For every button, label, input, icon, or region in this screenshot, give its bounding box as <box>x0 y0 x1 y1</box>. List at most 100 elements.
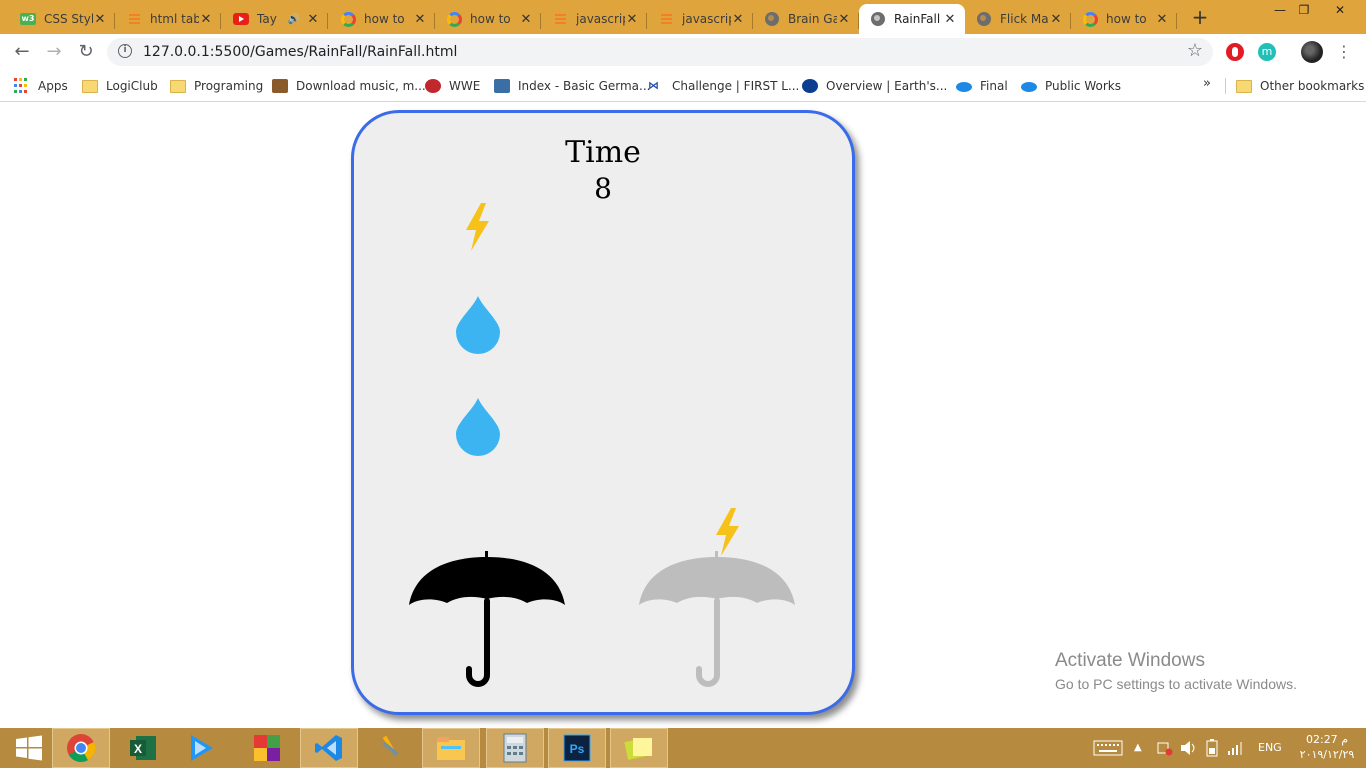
close-icon[interactable]: ✕ <box>1049 12 1063 27</box>
photoshop-icon[interactable]: Ps <box>548 728 606 768</box>
back-button[interactable]: ← <box>10 40 34 64</box>
menu-icon[interactable]: ⋮ <box>1336 42 1352 62</box>
raindrop-icon <box>456 398 500 456</box>
close-icon[interactable]: ✕ <box>413 12 427 27</box>
vscode-icon[interactable] <box>300 728 358 768</box>
close-icon[interactable]: ✕ <box>625 12 639 27</box>
profile-avatar[interactable] <box>1301 41 1323 63</box>
tab-javascript-1[interactable]: javascrip ✕ <box>541 4 647 34</box>
taskbar-clock[interactable]: 02:27 م ٢٠١٩/١٢/٢٩ <box>1296 732 1358 762</box>
bookmarks-overflow-button[interactable]: » <box>1203 76 1211 91</box>
umbrella-right-player[interactable] <box>637 549 797 689</box>
volume-icon[interactable] <box>1180 728 1198 768</box>
info-icon[interactable]: i <box>118 44 132 58</box>
bookmark-logiclub[interactable]: LogiClub <box>82 76 158 96</box>
stackoverflow-icon <box>552 11 568 27</box>
language-indicator[interactable]: ENG <box>1258 728 1282 768</box>
keyboard-icon[interactable] <box>1093 728 1123 768</box>
site-icon <box>272 79 288 93</box>
signal-icon[interactable] <box>1227 728 1245 768</box>
tab-brain-game[interactable]: Brain Ga ✕ <box>753 4 859 34</box>
tab-title: Tay <box>257 12 277 26</box>
tab-flick-master[interactable]: Flick Ma ✕ <box>965 4 1071 34</box>
tab-html-table[interactable]: html tab ✕ <box>115 4 221 34</box>
forward-button[interactable]: → <box>42 40 66 64</box>
new-tab-button[interactable]: + <box>1189 6 1211 28</box>
tab-title: RainFall <box>894 12 941 26</box>
tab-title: how to <box>1106 12 1147 26</box>
stackoverflow-icon <box>126 11 142 27</box>
browser-toolbar: ← → ↻ i 127.0.0.1:5500/Games/RainFall/Ra… <box>0 34 1366 70</box>
bookmark-label: Challenge | FIRST L... <box>672 79 800 93</box>
network-icon[interactable] <box>1156 728 1174 768</box>
bookmark-download-music[interactable]: Download music, m... <box>272 76 426 96</box>
site-icon <box>494 79 510 93</box>
bookmark-challenge-first[interactable]: ⋈ Challenge | FIRST L... <box>648 76 799 96</box>
file-explorer-icon[interactable] <box>422 728 480 768</box>
windows-taskbar: X Ps ▲ ENG 02:27 م ٢٠١٩/١٢/٢٩ <box>0 728 1366 768</box>
bookmark-public-works[interactable]: Public Works <box>1021 76 1121 96</box>
close-window-button[interactable]: ✕ <box>1322 0 1358 22</box>
url-text[interactable]: 127.0.0.1:5500/Games/RainFall/RainFall.h… <box>143 38 457 66</box>
bookmark-wwe[interactable]: WWE <box>425 76 480 96</box>
rainfall-game-board[interactable]: Time 8 <box>351 110 855 715</box>
bookmark-star-icon[interactable]: ☆ <box>1187 40 1203 61</box>
restore-button[interactable]: ❐ <box>1286 0 1322 22</box>
bookmark-label: Apps <box>38 79 68 93</box>
close-icon[interactable]: ✕ <box>1155 12 1169 27</box>
close-icon[interactable]: ✕ <box>943 12 957 27</box>
tools-icon[interactable] <box>362 728 420 768</box>
media-player-icon[interactable] <box>172 728 230 768</box>
office-icon[interactable] <box>238 728 296 768</box>
svg-text:X: X <box>134 742 142 756</box>
nasa-icon <box>802 79 818 93</box>
close-icon[interactable]: ✕ <box>837 12 851 27</box>
watermark-subtitle: Go to PC settings to activate Windows. <box>1055 676 1297 692</box>
tab-title: Flick Ma <box>1000 12 1049 26</box>
folder-icon <box>1236 79 1252 93</box>
excel-icon[interactable]: X <box>114 728 172 768</box>
bookmark-earth-overview[interactable]: Overview | Earth's... <box>802 76 947 96</box>
close-icon[interactable]: ✕ <box>519 12 533 27</box>
bookmark-final[interactable]: Final <box>956 76 1008 96</box>
tab-how-to-1[interactable]: how to ✕ <box>329 4 435 34</box>
close-icon[interactable]: ✕ <box>306 12 320 27</box>
other-bookmarks[interactable]: Other bookmarks <box>1236 76 1364 96</box>
close-icon[interactable]: ✕ <box>93 12 107 27</box>
bookmark-basic-german[interactable]: Index - Basic Germa... <box>494 76 650 96</box>
globe-icon <box>764 11 780 27</box>
audio-playing-icon[interactable]: 🔊 <box>288 14 300 25</box>
umbrella-left-player[interactable] <box>407 549 567 689</box>
tab-css-styles[interactable]: w3 CSS Styl ✕ <box>9 4 115 34</box>
chrome-icon[interactable] <box>52 728 110 768</box>
address-bar[interactable]: i 127.0.0.1:5500/Games/RainFall/RainFall… <box>107 38 1213 66</box>
adblock-extension-icon[interactable] <box>1226 43 1244 61</box>
m-extension-icon[interactable]: m <box>1258 43 1276 61</box>
battery-icon[interactable] <box>1205 728 1219 768</box>
reload-button[interactable]: ↻ <box>74 40 98 64</box>
sticky-notes-icon[interactable] <box>610 728 668 768</box>
tab-title: CSS Styl <box>44 12 93 26</box>
watermark-title: Activate Windows <box>1055 650 1205 671</box>
tab-how-to-2[interactable]: how to ✕ <box>435 4 541 34</box>
tab-rainfall[interactable]: RainFall ✕ <box>859 4 965 34</box>
tab-how-to-3[interactable]: how to ✕ <box>1071 4 1177 34</box>
tab-title: how to <box>364 12 405 26</box>
bookmark-apps[interactable]: Apps <box>14 76 68 96</box>
tab-strip: w3 CSS Styl ✕ html tab ✕ Tay 🔊 ✕ how to … <box>0 0 1366 34</box>
bookmark-label: WWE <box>449 79 481 93</box>
close-icon[interactable]: ✕ <box>199 12 213 27</box>
chevron-up-icon[interactable]: ▲ <box>1134 728 1142 768</box>
tab-youtube[interactable]: Tay 🔊 ✕ <box>222 4 328 34</box>
time-value: 8 <box>594 172 612 205</box>
google-icon <box>1082 11 1098 27</box>
google-icon <box>446 11 462 27</box>
divider <box>1225 78 1226 94</box>
tab-javascript-2[interactable]: javascrip ✕ <box>647 4 753 34</box>
close-icon[interactable]: ✕ <box>731 12 745 27</box>
calculator-icon[interactable] <box>486 728 544 768</box>
windows-start-icon[interactable] <box>0 728 58 768</box>
site-icon <box>1021 82 1037 92</box>
bookmarks-bar: Apps LogiClub Programing Download music,… <box>0 70 1366 102</box>
bookmark-programing[interactable]: Programing <box>170 76 263 96</box>
